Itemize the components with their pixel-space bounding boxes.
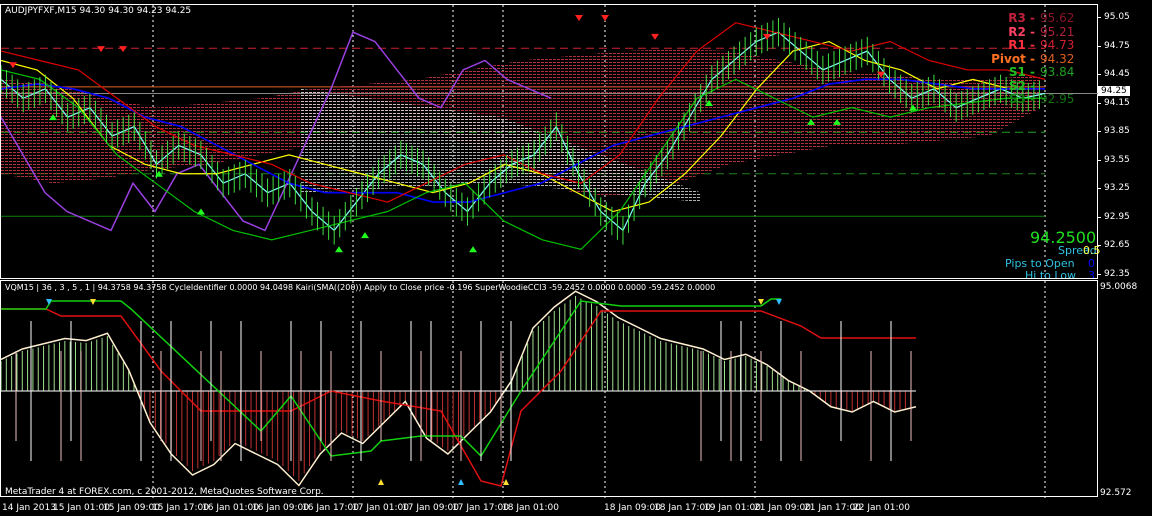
indicator-canvas	[1, 281, 1046, 498]
indicator-axis-top: 95.0068	[1100, 282, 1138, 292]
hi-to-low-value: 3	[1088, 269, 1095, 278]
time-axis-label: 16 Jan 09:00	[252, 503, 309, 513]
sell-arrow-icon	[651, 33, 659, 40]
pivot-label: R1 -	[1008, 38, 1035, 52]
price-axis-label: 93.25	[1097, 183, 1130, 193]
time-axis-label: 22 Jan 01:00	[853, 503, 910, 513]
pivot-value: 92.95	[1040, 92, 1075, 106]
sell-arrow-icon	[575, 15, 583, 21]
pivot-label: R3 -	[1008, 11, 1035, 25]
price-axis-label: 93.85	[1097, 126, 1130, 136]
price-axis-label: 92.35	[1097, 269, 1130, 279]
sell-arrow-icon	[97, 46, 105, 53]
indicator-axis-bottom: 92.572	[1100, 488, 1132, 498]
oscillator-line	[1, 290, 917, 487]
price-chart-pane[interactable]	[0, 4, 1099, 280]
pivot-value: 93.84	[1040, 65, 1075, 79]
pivot-label: Pivot -	[991, 51, 1035, 66]
price-axis-label: 94.45	[1097, 69, 1130, 79]
sell-arrow-icon	[601, 15, 609, 21]
time-axis-label: 14 Jan 2013	[2, 503, 56, 513]
cycle-arrow-icon	[378, 479, 384, 485]
time-axis-label: 18 Jan 17:00	[654, 503, 711, 513]
time-axis-label: 16 Jan 17:00	[302, 503, 359, 513]
time-axis-label: 16 Jan 01:00	[202, 503, 259, 513]
copyright-text: MetaTrader 4 at FOREX.com, c 2001-2012, …	[5, 487, 324, 497]
pivot-value: 95.62	[1040, 11, 1075, 25]
sell-arrow-icon	[119, 46, 127, 53]
buy-arrow-icon	[335, 246, 343, 253]
pivot-value: 94.73	[1040, 38, 1075, 52]
time-axis-label: 15 Jan 17:00	[152, 503, 209, 513]
price-axis-label: 92.95	[1097, 212, 1130, 222]
cycle-arrow-icon	[458, 479, 464, 485]
buy-arrow-icon	[469, 246, 477, 253]
time-axis-label: 18 Jan 09:00	[604, 503, 661, 513]
pivot-label: S1 -	[1008, 65, 1035, 79]
price-axis-label: 93.55	[1097, 155, 1130, 165]
pivot-label: S2 -	[1008, 78, 1035, 93]
buy-arrow-icon	[361, 232, 369, 239]
time-axis-label: 18 Jan 01:00	[502, 503, 559, 513]
time-axis-label: 17 Jan 01:00	[352, 503, 409, 513]
pivot-value: 95.21	[1040, 24, 1075, 39]
price-axis-label: 95.05	[1097, 12, 1130, 22]
time-axis-label: 17 Jan 09:00	[402, 503, 459, 513]
time-axis-label: 15 Jan 01:00	[53, 503, 110, 513]
indicator-header: VQM15 | 36 , 3 , 5 , 1 | 94.3758 94.3758…	[5, 283, 716, 292]
time-axis-label: 17 Jan 17:00	[452, 503, 509, 513]
sell-arrow-icon	[763, 33, 771, 40]
sell-arrow-icon	[9, 62, 17, 69]
chart-title: AUDJPYFXF,M15 94.30 94.30 94.23 94.25	[5, 6, 192, 16]
price-chart-canvas	[1, 5, 1099, 280]
cycle-arrow-icon	[776, 299, 782, 305]
price-axis-label: 92.65	[1097, 240, 1130, 250]
pivot-label: R2 -	[1008, 24, 1035, 39]
cycle-arrow-icon	[90, 299, 96, 305]
pivot-value: 94.32	[1040, 51, 1075, 66]
time-axis-label: 21 Jan 09:00	[754, 503, 811, 513]
cycle-arrow-icon	[503, 479, 509, 485]
price-axis-label: 94.15	[1097, 98, 1130, 108]
indicator-pane[interactable]	[0, 280, 1098, 498]
time-axis-label: 19 Jan 01:00	[704, 503, 761, 513]
pivot-label: S3 -	[1008, 92, 1035, 106]
hi-to-low-label: Hi to Low	[1025, 269, 1077, 278]
price-axis-label: 94.75	[1097, 41, 1130, 51]
current-price-tag: 94.25	[1098, 86, 1130, 96]
buy-arrow-icon	[197, 208, 205, 215]
